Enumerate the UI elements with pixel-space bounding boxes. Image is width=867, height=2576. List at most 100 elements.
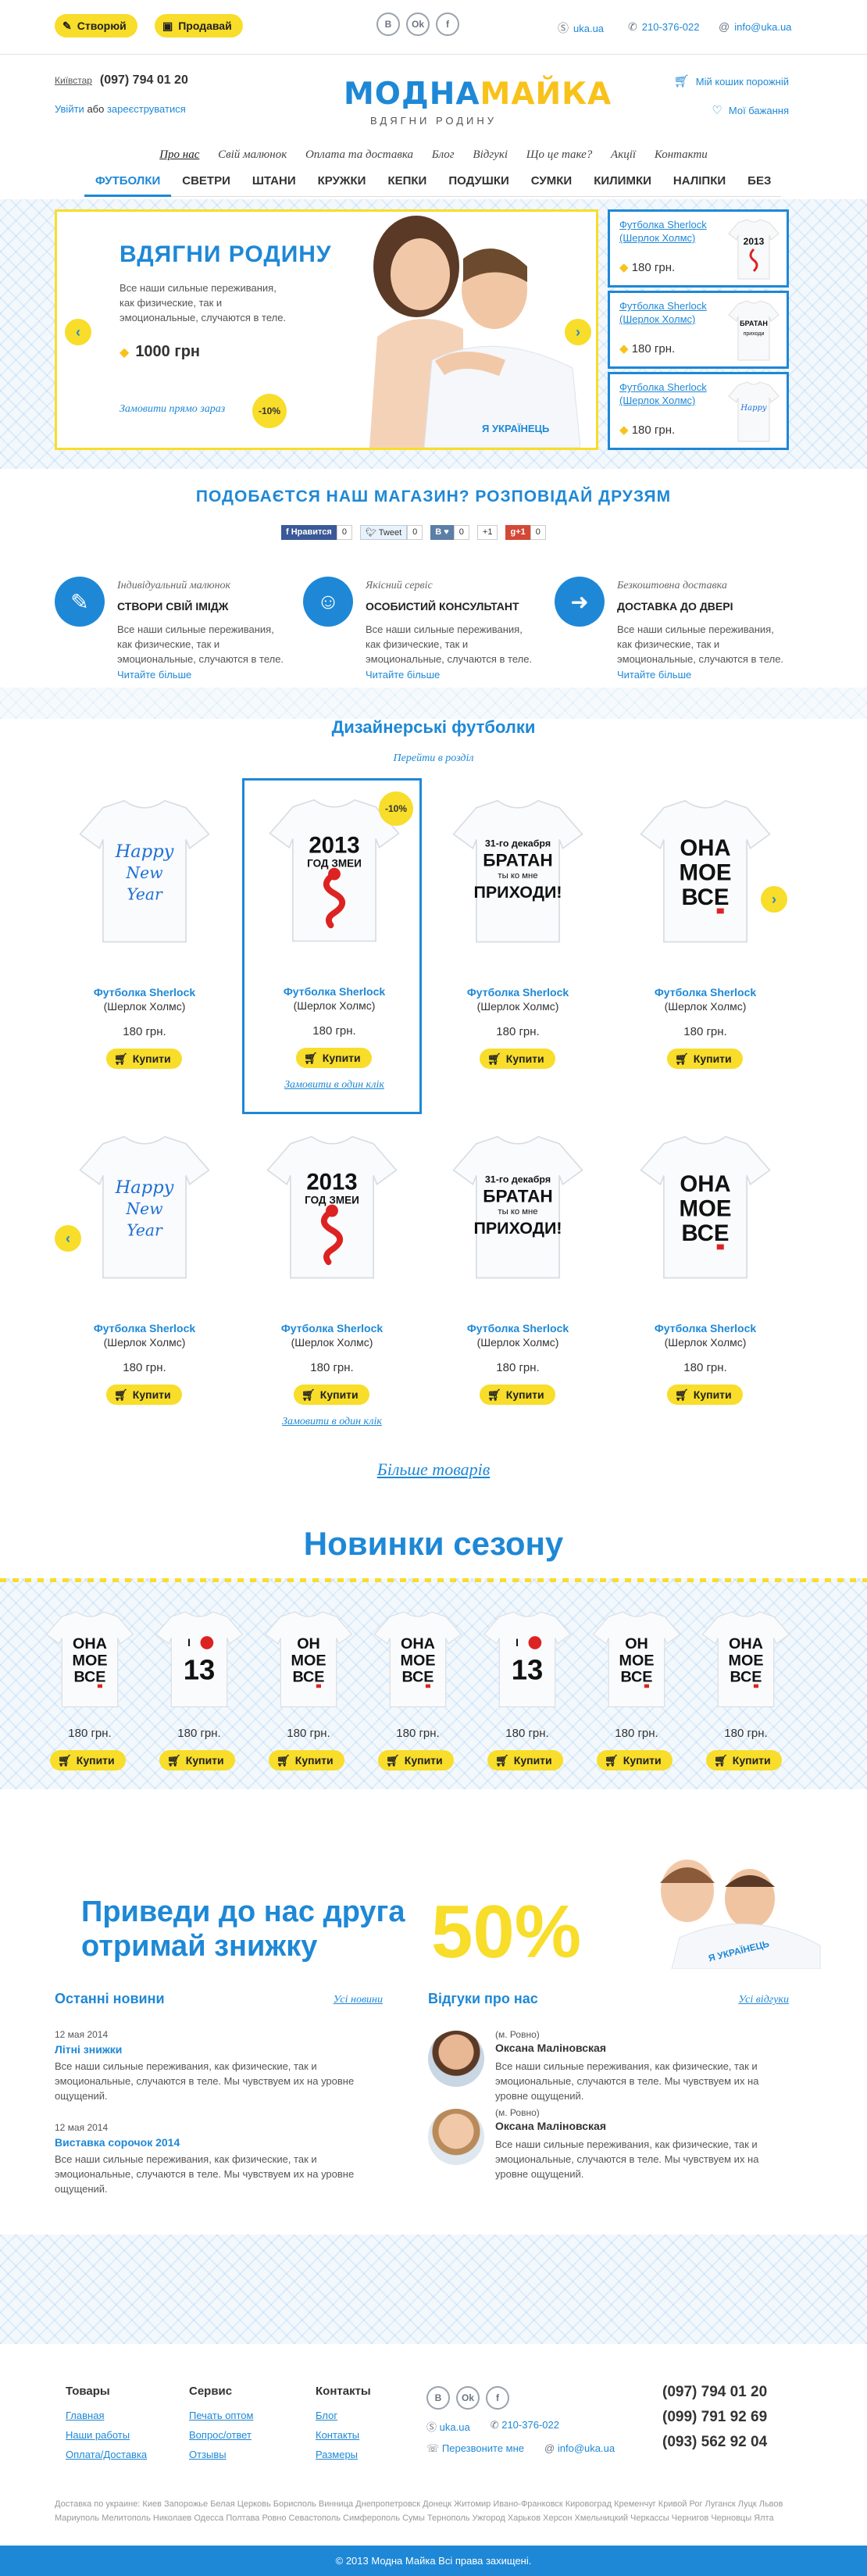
hero-order-link[interactable]: Замовити прямо зараз (120, 403, 225, 416)
product-name[interactable]: Футболка Sherlock (615, 1322, 795, 1334)
product-card[interactable]: 2013 ГОД ЗМЕИ Футболка Sherlock (Шерлок Хол… (242, 1117, 422, 1453)
wishlist-text[interactable]: Мої бажання (729, 105, 789, 116)
gplus-button[interactable]: +1 (476, 525, 498, 540)
side-product-card[interactable]: Футболка Sherlock (Шерлок Холмс) ◆ 180 г… (608, 209, 789, 288)
email-link[interactable]: info@uka.ua (734, 21, 791, 33)
nav-pillows[interactable]: ПОДУШКИ (437, 166, 519, 197)
footer-link[interactable]: Блог (316, 2406, 371, 2425)
vk-icon[interactable]: В (426, 2386, 450, 2410)
subnav-about[interactable]: Про нас (159, 148, 199, 161)
footer-phone-link[interactable]: 210-376-022 (501, 2419, 559, 2431)
subnav-promos[interactable]: Акції (611, 148, 636, 161)
new-item-image[interactable]: ОН МОЕ ВСЕ (592, 1608, 681, 1712)
cart-link[interactable]: 🛒︎ Мій кошик порожній (673, 73, 789, 89)
product-image[interactable]: 2013 ГОД ЗМЕИ (266, 1131, 398, 1284)
subnav-what-is[interactable]: Що це таке? (526, 148, 593, 161)
feature-read-more[interactable]: Читайте більше (117, 669, 191, 681)
callback-link[interactable]: Перезвоните мне (442, 2442, 524, 2454)
buy-button[interactable]: 🛒︎ Купити (269, 1750, 344, 1770)
buy-button[interactable]: 🛒︎ Купити (487, 1750, 563, 1770)
footer-phone[interactable]: ✆ 210-376-022 (491, 2419, 559, 2434)
buy-button[interactable]: 🛒︎ Купити (106, 1049, 182, 1069)
side-card-title[interactable]: Футболка Sherlock (Шерлок Холмс) (619, 218, 721, 245)
new-item-image[interactable]: ОН МОЕ ВСЕ (264, 1608, 353, 1712)
subnav-own-design[interactable]: Свій малюнок (218, 148, 287, 161)
facebook-icon[interactable]: f (436, 13, 459, 36)
footer-link[interactable]: Главная (66, 2406, 147, 2425)
hero-next-arrow[interactable]: › (565, 319, 591, 345)
nav-caps[interactable]: КЕПКИ (376, 166, 437, 197)
buy-button[interactable]: 🛒︎ Купити (667, 1049, 743, 1069)
footer-email[interactable]: @ info@uka.ua (544, 2442, 615, 2455)
buy-button[interactable]: 🛒︎ Купити (378, 1750, 454, 1770)
nav-blank[interactable]: БЕЗ МАЛЮНКУ (737, 166, 820, 219)
register-link[interactable]: зареєструватися (107, 103, 186, 115)
product-name[interactable]: Футболка Sherlock (55, 986, 234, 999)
product-image[interactable]: Happy New Year (78, 1131, 211, 1284)
operator-label[interactable]: Київстар (55, 75, 92, 86)
more-products-link[interactable]: Більше товарів (377, 1459, 491, 1479)
footer-link[interactable]: Печать оптом (189, 2406, 253, 2425)
phone-contact[interactable]: ✆ 210-376-022 (628, 20, 699, 34)
news-item-title[interactable]: Літні знижки (55, 2043, 383, 2056)
quick-order-link[interactable]: Замовити в один клік (244, 1079, 424, 1091)
subnav-payment[interactable]: Оплата та доставка (305, 148, 413, 161)
news-item-title[interactable]: Виставка сорочок 2014 (55, 2136, 383, 2149)
hero-prev-arrow[interactable]: ‹ (65, 319, 91, 345)
tweet-button[interactable]: 🐦︎ Tweet 0 (359, 525, 423, 540)
feature-read-more[interactable]: Читайте більше (366, 669, 440, 681)
odnoklassniki-icon[interactable]: Ok (456, 2386, 480, 2410)
email-contact[interactable]: @ info@uka.ua (719, 20, 791, 33)
product-card[interactable]: 31-го декабря БРАТАН ты ко мне ПРИХОДИ! Футб… (428, 781, 608, 1117)
product-card[interactable]: Happy New Year Футболка Sherlock (Шерлок Хол… (55, 781, 234, 1117)
new-item-card[interactable]: ОНА МОЕ ВСЕ 180 грн. 🛒︎ Купити (695, 1602, 797, 1813)
buy-button[interactable]: 🛒︎ Купити (597, 1750, 673, 1770)
footer-link[interactable]: Размеры (316, 2445, 371, 2464)
footer-link[interactable]: Отзывы (189, 2445, 253, 2464)
buy-button[interactable]: 🛒︎ Купити (706, 1750, 782, 1770)
footer-callback[interactable]: ☏ Перезвоните мне (426, 2442, 524, 2455)
new-item-image[interactable]: ОНА МОЕ ВСЕ (701, 1608, 790, 1712)
product-image[interactable]: ОНА МОЕ ВСЕ (639, 795, 772, 948)
all-reviews-link[interactable]: Усі відгуки (738, 1994, 789, 2006)
products-next-arrow[interactable]: › (761, 886, 787, 913)
logo[interactable]: МОДНАМАЙКА ВДЯГНИ РОДИНУ (344, 77, 611, 127)
skype-contact[interactable]: Ⓢuka.ua (558, 20, 604, 36)
vk-icon[interactable]: В (376, 13, 400, 36)
side-card-title[interactable]: Футболка Sherlock (Шерлок Холмс) (619, 381, 721, 407)
buy-button[interactable]: 🛒︎ Купити (294, 1384, 369, 1405)
product-name[interactable]: Футболка Sherlock (244, 985, 424, 998)
designer-section-link[interactable]: Перейти в розділ (394, 752, 474, 764)
side-product-card[interactable]: Футболка Sherlock (Шерлок Холмс) ◆ 180 г… (608, 291, 789, 369)
login-link[interactable]: Увійти (55, 103, 84, 115)
new-item-card[interactable]: ОНА МОЕ ВСЕ 180 грн. 🛒︎ Купити (39, 1602, 141, 1813)
products-prev-arrow[interactable]: ‹ (55, 1225, 81, 1252)
footer-link[interactable]: Наши работы (66, 2425, 147, 2445)
new-item-card[interactable]: I 13 180 грн. 🛒︎ Купити (476, 1602, 578, 1813)
gplus-share-button[interactable]: g+1 0 (505, 525, 546, 540)
new-item-card[interactable]: ОН МОЕ ВСЕ 180 грн. 🛒︎ Купити (258, 1602, 359, 1813)
product-card[interactable]: 31-го декабря БРАТАН ты ко мне ПРИХОДИ! Футб… (428, 1117, 608, 1453)
feature-read-more[interactable]: Читайте більше (617, 669, 691, 681)
footer-skype-link[interactable]: uka.ua (440, 2421, 470, 2433)
nav-sweaters[interactable]: СВЕТРИ (171, 166, 241, 197)
skype-link[interactable]: uka.ua (573, 23, 604, 34)
buy-button[interactable]: 🛒︎ Купити (480, 1384, 555, 1405)
new-item-image[interactable]: ОНА МОЕ ВСЕ (373, 1608, 462, 1712)
buy-button[interactable]: 🛒︎ Купити (106, 1384, 182, 1405)
cart-text[interactable]: Мій кошик порожній (696, 76, 789, 88)
footer-skype[interactable]: Ⓢ uka.ua (426, 2419, 470, 2434)
product-card[interactable]: Happy New Year Футболка Sherlock (Шерлок Хол… (55, 1117, 234, 1453)
footer-link[interactable]: Оплата/Доставка (66, 2445, 147, 2464)
product-image[interactable]: 31-го декабря БРАТАН ты ко мне ПРИХОДИ! (451, 795, 584, 948)
product-name[interactable]: Футболка Sherlock (428, 986, 608, 999)
buy-button[interactable]: 🛒︎ Купити (296, 1048, 372, 1068)
odnoklassniki-icon[interactable]: Ok (406, 13, 430, 36)
quick-order-link[interactable]: Замовити в один клік (242, 1416, 422, 1428)
subnav-blog[interactable]: Блог (432, 148, 455, 161)
nav-mugs[interactable]: КРУЖКИ (307, 166, 377, 197)
footer-email-link[interactable]: info@uka.ua (558, 2442, 615, 2454)
side-card-title[interactable]: Футболка Sherlock (Шерлок Холмс) (619, 299, 721, 326)
facebook-icon[interactable]: f (486, 2386, 509, 2410)
side-product-card[interactable]: Футболка Sherlock (Шерлок Холмс) ◆ 180 г… (608, 372, 789, 450)
